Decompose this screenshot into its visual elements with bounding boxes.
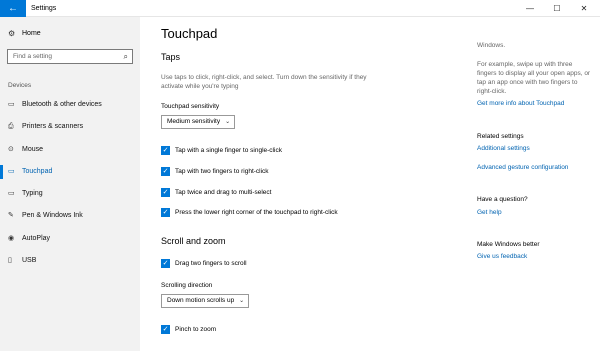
autoplay-icon: ◉ [8,234,15,242]
taps-heading: Taps [161,52,181,62]
drag-scroll-checkbox[interactable]: ✓ Drag two fingers to scroll [161,258,247,268]
checkmark-icon: ✓ [161,258,170,268]
feedback-heading: Make Windows better [477,241,540,248]
minimize-icon: — [526,4,534,13]
close-button[interactable]: ✕ [570,0,598,17]
scroll-direction-value: Down motion scrolls up [167,297,235,304]
checkbox-label: Tap with two fingers to right-click [175,167,269,175]
feedback-link[interactable]: Give us feedback [477,253,527,260]
maximize-icon: ☐ [553,4,561,13]
bluetooth-icon: ▭ [8,101,15,108]
checkbox-label: Pinch to zoom [175,325,217,333]
window-title: Settings [31,5,57,12]
checkmark-icon: ✓ [161,166,170,176]
sidebar-item-label: AutoPlay [22,234,51,242]
usb-icon: ▯ [8,257,12,265]
checkbox-label: Tap twice and drag to multi-select [175,188,272,196]
intro-text: Windows. [477,42,506,49]
sidebar-item-mouse[interactable]: ⊙ Mouse [0,139,140,161]
sidebar-item-autoplay[interactable]: ◉ AutoPlay [0,228,140,250]
title-bar: ← Settings — ☐ ✕ [0,0,600,17]
checkbox-label: Drag two fingers to scroll [175,259,247,267]
chevron-down-icon: ⌄ [239,298,245,304]
sidebar-item-label: Touchpad [22,167,53,175]
scroll-direction-label: Scrolling direction [161,282,213,289]
gear-icon: ⚙ [8,29,16,38]
maximize-button[interactable]: ☐ [543,0,571,17]
minimize-button[interactable]: — [516,0,544,17]
close-icon: ✕ [580,4,588,13]
two-finger-tap-checkbox[interactable]: ✓ Tap with two fingers to right-click [161,166,269,176]
sidebar-category: Devices [8,82,32,89]
sidebar-item-label: Typing [22,190,43,198]
checkmark-icon: ✓ [161,207,170,217]
checkbox-label: Tap with a single finger to single-click [175,146,282,154]
checkmark-icon: ✓ [161,145,170,155]
keyboard-icon: ▭ [8,190,15,198]
touchpad-info-link[interactable]: Get more info about Touchpad [477,100,564,107]
pinch-zoom-checkbox[interactable]: ✓ Pinch to zoom [161,324,216,334]
sensitivity-value: Medium sensitivity [167,118,221,125]
sidebar-item-bluetooth[interactable]: ▭ Bluetooth & other devices [0,94,140,116]
sidebar-nav: ▭ Bluetooth & other devices ⎙ Printers &… [0,94,140,272]
question-heading: Have a question? [477,196,528,203]
sidebar-item-typing[interactable]: ▭ Typing [0,183,140,205]
single-tap-checkbox[interactable]: ✓ Tap with a single finger to single-cli… [161,145,282,155]
search-input[interactable]: Find a setting ⌕ [7,49,133,64]
sidebar-item-label: Printers & scanners [22,123,84,131]
home-label: Home [22,30,41,37]
scroll-zoom-heading: Scroll and zoom [161,236,226,246]
additional-settings-link[interactable]: Additional settings [477,145,530,152]
mouse-icon: ⊙ [8,145,14,153]
sensitivity-label: Touchpad sensitivity [161,103,220,110]
sidebar: ⚙ Home Find a setting ⌕ Devices ▭ Blueto… [0,17,140,351]
corner-press-checkbox[interactable]: ✓ Press the lower right corner of the to… [161,207,338,217]
taps-description: Use taps to click, right-click, and sele… [161,74,367,90]
gesture-example-text: For example, swipe up with three fingers… [477,61,591,95]
sensitivity-dropdown[interactable]: Medium sensitivity ⌄ [161,115,236,129]
back-arrow-icon: ← [8,3,18,14]
tap-drag-checkbox[interactable]: ✓ Tap twice and drag to multi-select [161,187,271,197]
checkmark-icon: ✓ [161,324,170,334]
sidebar-item-pen[interactable]: ✎ Pen & Windows Ink [0,205,140,227]
sidebar-item-touchpad[interactable]: ▭ Touchpad [0,161,140,183]
advanced-gesture-link[interactable]: Advanced gesture configuration [477,164,568,171]
back-button[interactable]: ← [0,0,26,17]
sidebar-home[interactable]: ⚙ Home [8,27,41,41]
chevron-down-icon: ⌄ [225,119,231,125]
related-settings-heading: Related settings [477,133,524,140]
get-help-link[interactable]: Get help [477,209,502,216]
scroll-direction-dropdown[interactable]: Down motion scrolls up ⌄ [161,294,250,308]
checkmark-icon: ✓ [161,187,170,197]
checkbox-label: Press the lower right corner of the touc… [175,208,338,216]
search-placeholder: Find a setting [13,53,53,60]
sidebar-item-label: Bluetooth & other devices [22,101,102,108]
sidebar-item-label: Mouse [22,145,44,153]
search-icon: ⌕ [123,52,128,61]
sidebar-item-label: USB [22,257,37,265]
sidebar-item-printers[interactable]: ⎙ Printers & scanners [0,116,140,138]
printer-icon: ⎙ [8,123,14,131]
sidebar-item-label: Pen & Windows Ink [22,212,83,220]
pen-icon: ✎ [8,212,14,220]
touchpad-icon: ▭ [8,167,15,175]
page-title: Touchpad [161,26,218,41]
sidebar-item-usb[interactable]: ▯ USB [0,250,140,272]
